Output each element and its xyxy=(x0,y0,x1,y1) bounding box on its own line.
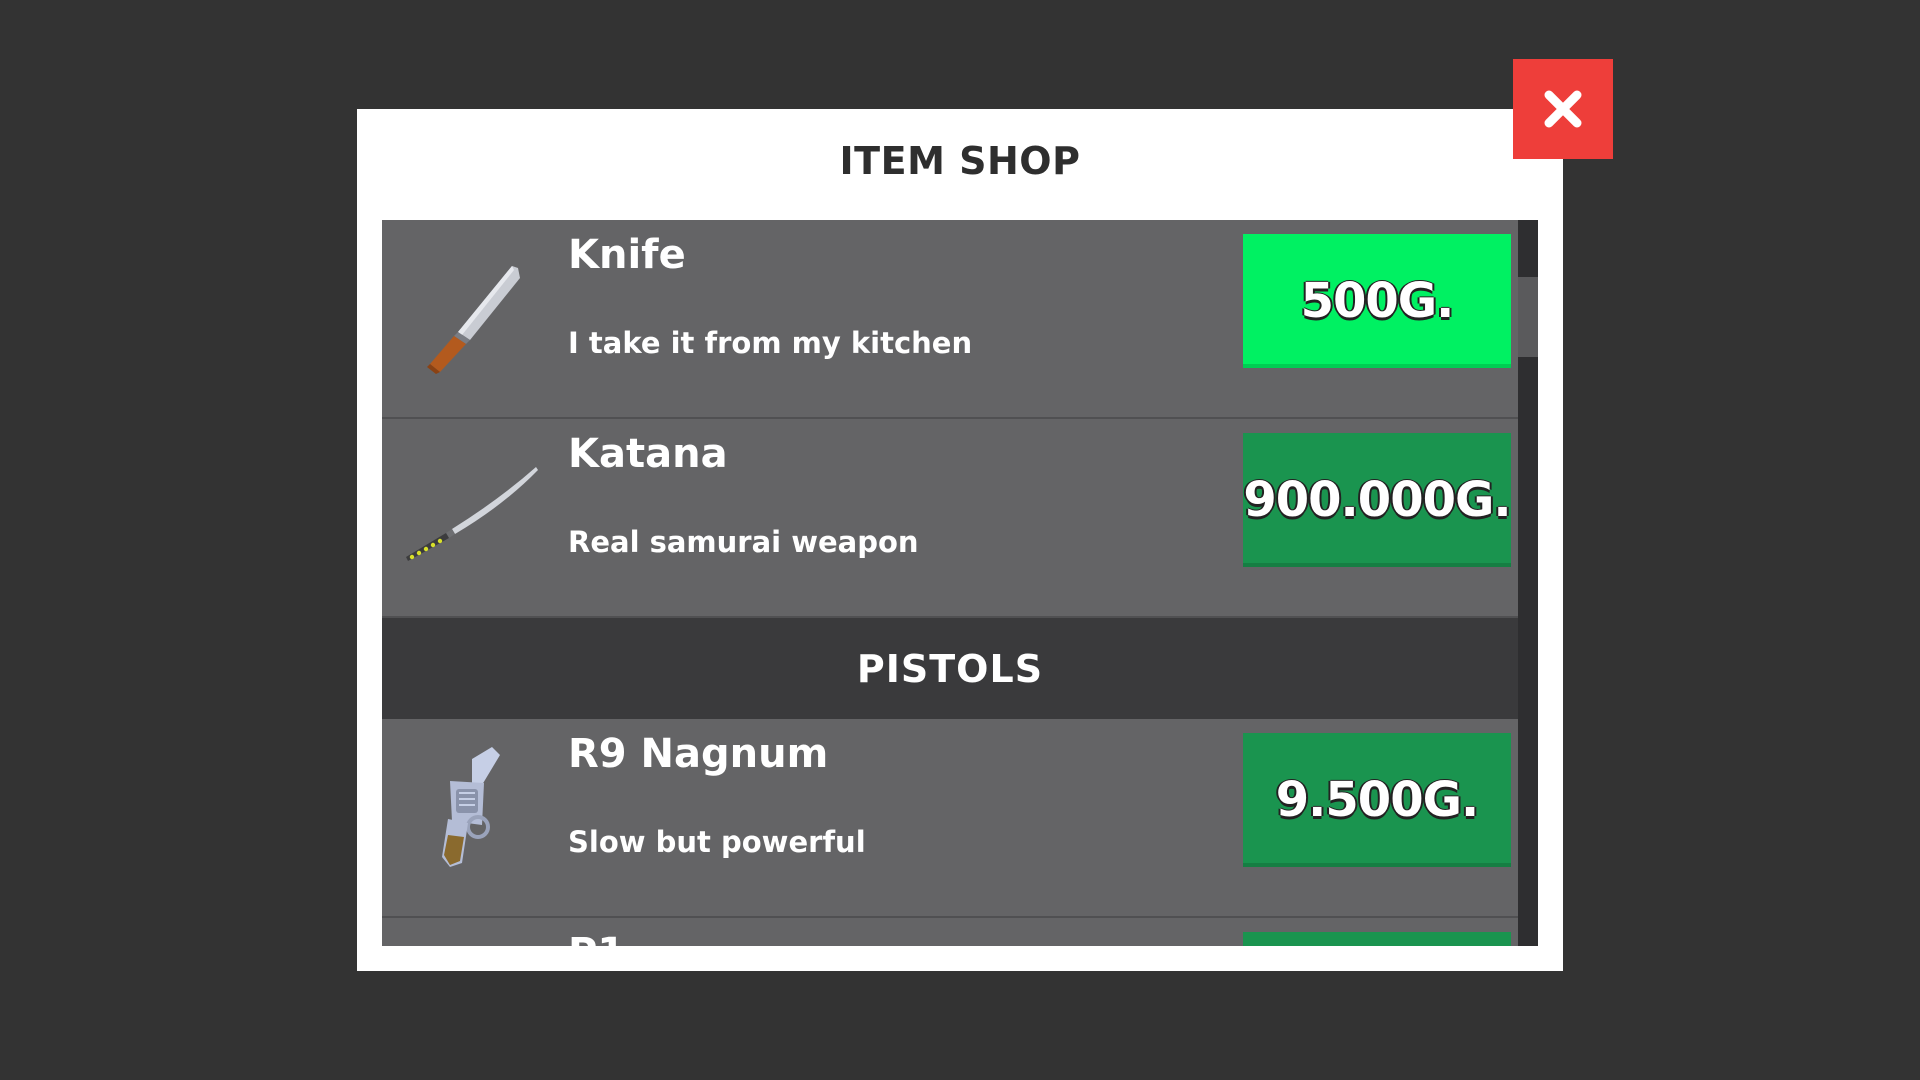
section-header-pistols: PISTOLS xyxy=(382,618,1518,719)
pistol-icon xyxy=(400,938,540,946)
item-name: Katana xyxy=(568,431,728,477)
scrollbar-thumb[interactable] xyxy=(1518,277,1538,357)
buy-button-katana[interactable]: 900.000G. xyxy=(1243,433,1512,567)
buy-button-knife[interactable]: 500G. xyxy=(1243,234,1511,368)
item-list[interactable]: Knife I take it from my kitchen 500G. Ka… xyxy=(382,220,1538,946)
close-icon xyxy=(1544,90,1582,128)
shop-item-r9-nagnum: R9 Nagnum Slow but powerful 9.500G. xyxy=(382,719,1518,918)
modal-title: ITEM SHOP xyxy=(839,139,1081,183)
katana-icon xyxy=(406,467,538,561)
item-description: Real samurai weapon xyxy=(568,525,919,559)
buy-button-p1[interactable] xyxy=(1243,932,1511,946)
item-description: Slow but powerful xyxy=(568,825,866,859)
scrollbar[interactable] xyxy=(1518,220,1538,946)
item-description: I take it from my kitchen xyxy=(568,326,973,360)
buy-button-r9-nagnum[interactable]: 9.500G. xyxy=(1243,733,1511,867)
item-shop-modal: ITEM SHOP Knife I take it from my kitche… xyxy=(357,109,1563,971)
item-name: P1 xyxy=(568,930,625,946)
item-name: R9 Nagnum xyxy=(568,731,829,777)
revolver-icon xyxy=(442,747,500,867)
item-name: Knife xyxy=(568,232,686,278)
knife-icon xyxy=(427,266,520,374)
shop-item-knife: Knife I take it from my kitchen 500G. xyxy=(382,220,1518,419)
shop-item-p1: P1 xyxy=(382,918,1518,946)
close-button[interactable] xyxy=(1513,59,1613,159)
shop-item-katana: Katana Real samurai weapon 900.000G. xyxy=(382,419,1518,618)
